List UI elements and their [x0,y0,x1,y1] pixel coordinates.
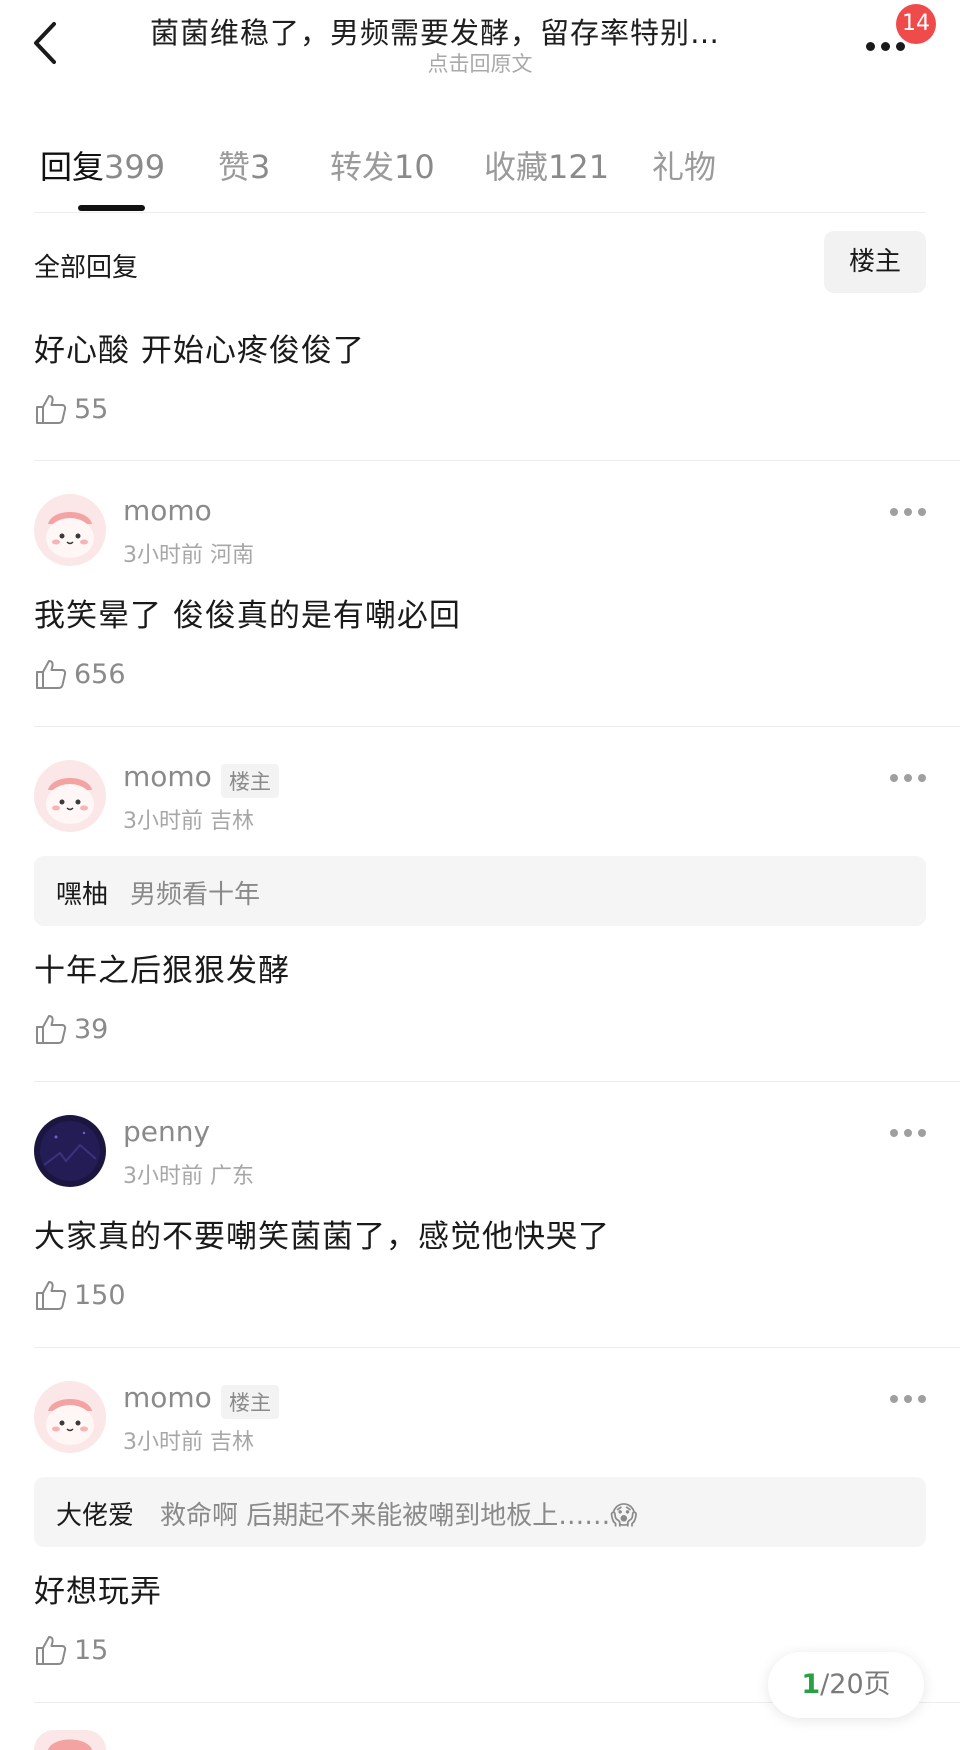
comment-time: 3小时前 [123,809,203,834]
thumbs-up-icon [36,660,67,689]
comment-more-button[interactable] [890,774,926,784]
page-indicator[interactable]: 1/20页 [768,1652,924,1718]
comment-meta: 3小时前 吉林 [123,1424,254,1456]
avatar-image [34,1730,106,1750]
comment-location: 广东 [210,1164,255,1189]
avatar-image [34,494,106,566]
back-to-original-link[interactable]: 点击回原文 [0,48,960,78]
tab-label: 赞 [218,148,251,186]
thumbs-up-icon [36,1015,67,1044]
comment-content: 好心酸 开始心疼俊俊了 [34,333,365,369]
comment-meta: 3小时前 河南 [123,537,254,569]
divider [34,1347,960,1348]
thumbs-up-icon [36,1281,67,1310]
quote-author: 嘿柚 [56,880,109,910]
quoted-reply[interactable]: 大佬爱 救命啊 后期起不来能被嘲到地板上……😱 [34,1477,926,1547]
comment-more-button[interactable] [890,1129,926,1139]
like-count: 55 [74,394,109,425]
avatar-image [34,760,106,832]
tab-reposts[interactable]: 转发10 [330,142,435,188]
avatar-image [34,1115,106,1187]
kebab-menu-icon [890,508,898,516]
like-count: 15 [74,1635,109,1666]
quoted-reply[interactable]: 嘿柚 男频看十年 [34,856,926,926]
tab-label: 收藏 [484,148,549,186]
avatar[interactable] [34,1115,106,1187]
comment-location: 吉林 [210,809,255,834]
avatar[interactable] [34,494,106,566]
comment-content: 我笑晕了 俊俊真的是有嘲必回 [34,598,461,634]
divider [34,460,960,461]
divider [34,212,926,213]
comment-more-button[interactable] [890,508,926,518]
comment-content: 十年之后狠狠发酵 [34,953,290,989]
avatar[interactable] [34,1730,106,1750]
notification-badge: 14 [896,4,936,44]
kebab-menu-icon [890,774,898,782]
thumbs-up-icon [36,1636,67,1665]
like-button[interactable]: 55 [34,392,124,428]
tab-gifts[interactable]: 礼物 [652,142,716,188]
tab-favorites[interactable]: 收藏121 [484,142,609,188]
comment-more-button[interactable] [890,1395,926,1405]
quote-author: 大佬爱 [56,1501,135,1531]
comment-location: 河南 [210,543,255,568]
comment-location: 吉林 [210,1430,255,1455]
comment-content: 大家真的不要嘲笑菌菌了，感觉他快哭了 [34,1219,610,1255]
comment-meta: 3小时前 吉林 [123,803,254,835]
username[interactable]: momo [123,760,212,793]
avatar[interactable] [34,760,106,832]
tab-label: 礼物 [652,148,717,186]
tab-count: 10 [394,148,435,186]
tab-likes[interactable]: 赞3 [218,142,270,188]
page-total: /20页 [820,1669,891,1700]
tab-count: 3 [250,148,271,186]
thumbs-up-icon [36,395,67,424]
active-tab-indicator [78,205,145,211]
current-page: 1 [801,1669,821,1700]
op-only-filter-button[interactable]: 楼主 [824,231,926,293]
all-replies-label: 全部回复 [34,253,139,283]
like-button[interactable]: 39 [34,1012,124,1048]
like-button[interactable]: 656 [34,657,144,693]
kebab-menu-icon [890,1129,898,1137]
username[interactable]: momo [123,1381,212,1414]
tab-label: 回复 [40,148,105,186]
comment-content: 好想玩弄 [34,1574,162,1610]
like-count: 39 [74,1014,109,1045]
op-tag: 楼主 [221,1385,279,1419]
op-tag: 楼主 [221,764,279,798]
more-dots-icon [866,42,875,51]
username[interactable]: momo [123,494,212,527]
like-count: 656 [74,659,126,690]
tab-count: 121 [548,148,610,186]
comment-time: 3小时前 [123,1430,203,1455]
username[interactable]: penny [123,1115,210,1148]
kebab-menu-icon [890,1395,898,1403]
tab-label: 转发 [330,148,395,186]
divider [34,726,960,727]
avatar[interactable] [34,1381,106,1453]
tab-count: 399 [104,148,166,186]
tab-replies[interactable]: 回复399 [40,142,165,188]
avatar-image [34,1381,106,1453]
post-title[interactable]: 菌菌维稳了，男频需要发酵，留存率特别… [150,10,810,52]
comment-time: 3小时前 [123,1164,203,1189]
like-button[interactable]: 150 [34,1278,144,1314]
quote-text: 男频看十年 [130,880,261,910]
like-button[interactable]: 15 [34,1633,124,1669]
comment-time: 3小时前 [123,543,203,568]
divider [34,1081,960,1082]
comment-meta: 3小时前 广东 [123,1158,254,1190]
quote-text: 救命啊 后期起不来能被嘲到地板上……😱 [160,1501,638,1531]
like-count: 150 [74,1280,126,1311]
